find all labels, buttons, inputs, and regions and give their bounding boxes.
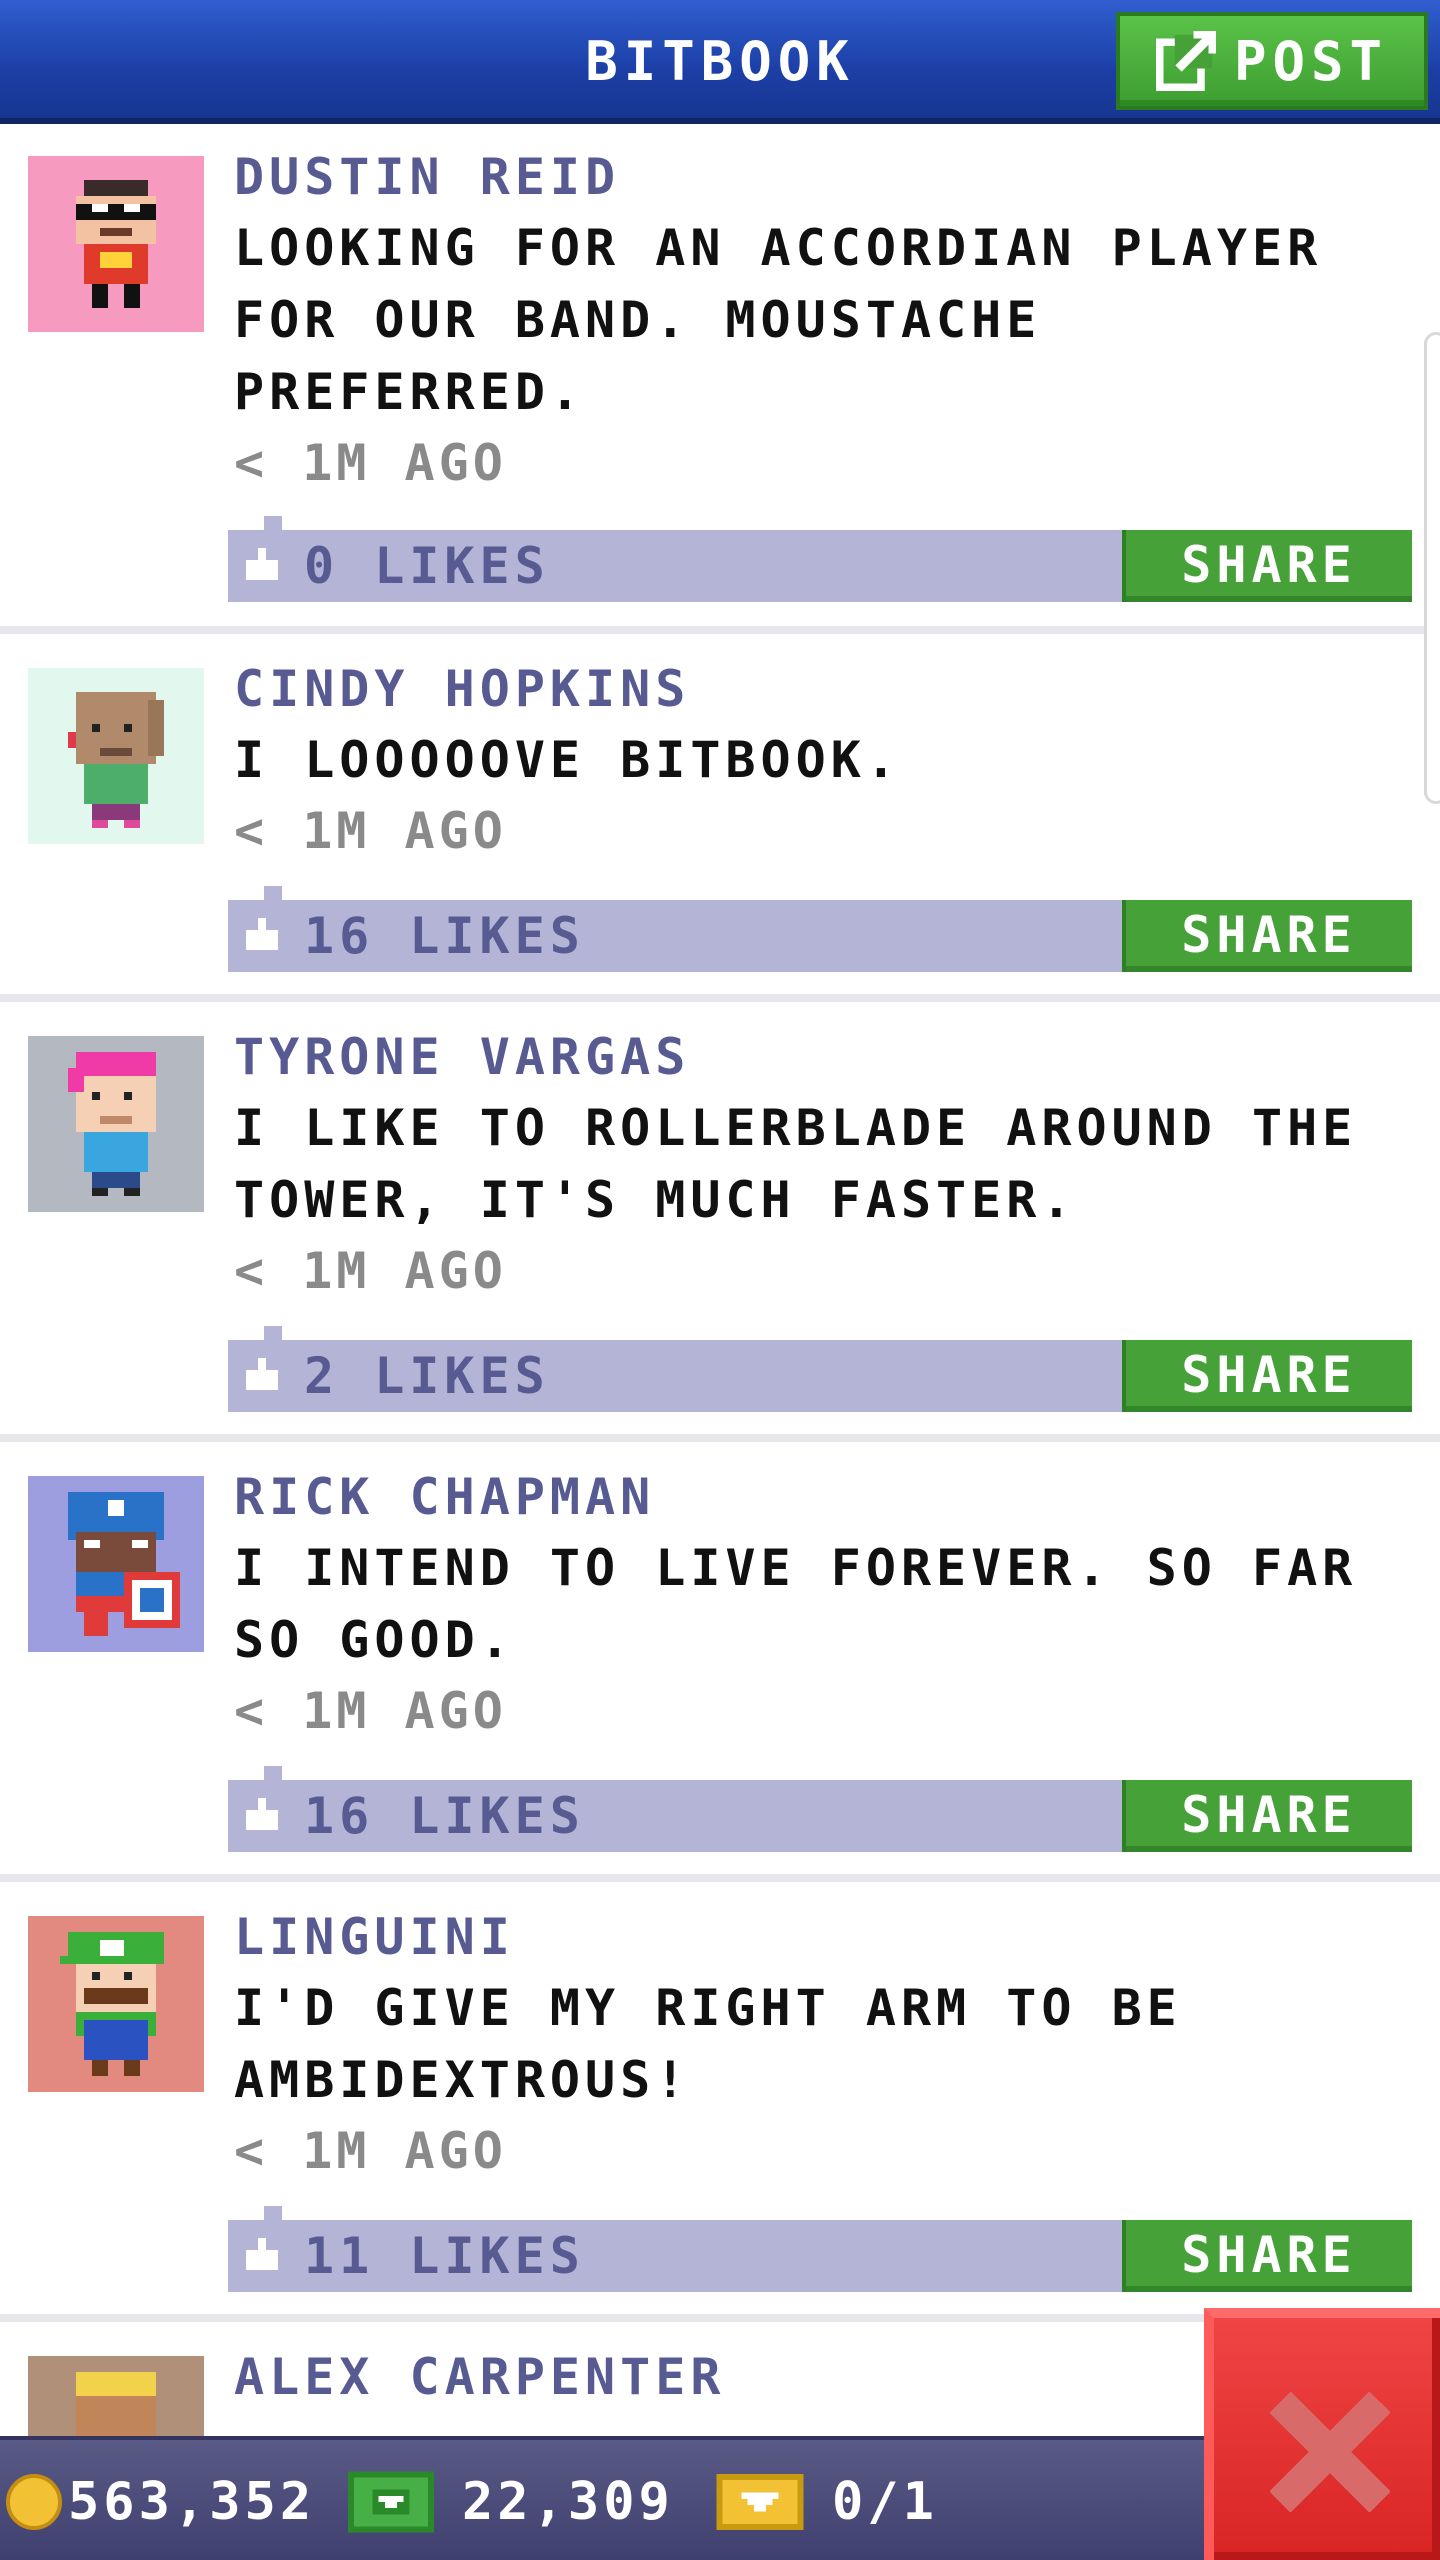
- close-button[interactable]: [1204, 2308, 1440, 2560]
- post-time: < 1M AGO: [234, 434, 507, 492]
- post-label: POST: [1233, 29, 1389, 93]
- vip-stat: 0/1: [716, 2440, 938, 2560]
- post-button[interactable]: POST: [1116, 12, 1428, 110]
- feed-post-cindy-hopkins: CINDY HOPKINS I LOOOOOVE BITBOOK. < 1M A…: [0, 634, 1440, 1002]
- post-message: I'D GIVE MY RIGHT ARM TO BE AMBIDEXTROUS…: [234, 1979, 1182, 2109]
- green-cap-plumber-avatar-icon: [60, 1932, 164, 2076]
- share-button[interactable]: SHARE: [1122, 1340, 1412, 1412]
- post-author[interactable]: LINGUINI: [234, 1904, 515, 1970]
- likes-bar: 16 LIKES SHARE: [228, 1766, 1412, 1852]
- share-button[interactable]: SHARE: [1122, 900, 1412, 972]
- feed-post-tyrone-vargas: TYRONE VARGAS I LIKE TO ROLLERBLADE AROU…: [0, 1002, 1440, 1442]
- compose-icon: [1155, 31, 1216, 91]
- avatar[interactable]: [28, 156, 204, 332]
- share-button[interactable]: SHARE: [1122, 2220, 1412, 2292]
- post-message: LOOKING FOR AN ACCORDIAN PLAYER FOR OUR …: [234, 219, 1323, 421]
- thumbs-up-icon[interactable]: [242, 918, 282, 954]
- post-message: I INTEND TO LIVE FOREVER. SO FAR SO GOOD…: [234, 1539, 1358, 1669]
- shield-hero-avatar-icon: [68, 1492, 180, 1636]
- bux-cash-icon: [348, 2471, 434, 2533]
- close-icon: [1270, 2392, 1390, 2512]
- avatar[interactable]: [28, 668, 204, 844]
- likes-bar: 16 LIKES SHARE: [228, 886, 1412, 972]
- share-button[interactable]: SHARE: [1122, 530, 1412, 602]
- likes-count: 0 LIKES: [304, 537, 550, 595]
- coin-icon: [6, 2474, 62, 2530]
- feed-post-dustin-reid: DUSTIN REID LOOKING FOR AN ACCORDIAN PLA…: [0, 126, 1440, 634]
- pink-hair-person-avatar-icon: [68, 1052, 156, 1196]
- post-time: < 1M AGO: [234, 802, 507, 860]
- post-author[interactable]: TYRONE VARGAS: [234, 1024, 690, 1090]
- avatar[interactable]: [28, 1036, 204, 1212]
- likes-bar: 11 LIKES SHARE: [228, 2206, 1412, 2292]
- likes-count: 16 LIKES: [304, 907, 585, 965]
- likes-bar: 0 LIKES SHARE: [228, 516, 1412, 602]
- bandit-person-avatar-icon: [76, 180, 156, 308]
- thumbs-up-icon[interactable]: [242, 548, 282, 584]
- bald-person-avatar-icon: [68, 692, 164, 828]
- post-time: < 1M AGO: [234, 1682, 507, 1740]
- likes-count: 2 LIKES: [304, 1347, 550, 1405]
- coins-stat: 563,352: [6, 2440, 315, 2560]
- app-header: BITBOOK POST: [0, 0, 1440, 124]
- post-author[interactable]: ALEX CARPENTER: [234, 2344, 725, 2410]
- post-author[interactable]: RICK CHAPMAN: [234, 1464, 655, 1530]
- coins-value: 563,352: [68, 2472, 316, 2532]
- vip-ticket-icon: [716, 2474, 804, 2530]
- likes-count: 16 LIKES: [304, 1787, 585, 1845]
- thumbs-up-icon[interactable]: [242, 2238, 282, 2274]
- likes-count: 11 LIKES: [304, 2227, 585, 2285]
- vip-value: 0/1: [832, 2472, 938, 2532]
- post-time: < 1M AGO: [234, 2122, 507, 2180]
- post-message: I LIKE TO ROLLERBLADE AROUND THE TOWER, …: [234, 1099, 1358, 1229]
- scrollbar[interactable]: [1424, 332, 1440, 804]
- share-button[interactable]: SHARE: [1122, 1780, 1412, 1852]
- avatar[interactable]: [28, 1916, 204, 2092]
- avatar[interactable]: [28, 1476, 204, 1652]
- thumbs-up-icon[interactable]: [242, 1798, 282, 1834]
- feed-post-rick-chapman: RICK CHAPMAN I INTEND TO LIVE FOREVER. S…: [0, 1442, 1440, 1882]
- bux-value: 22,309: [462, 2472, 674, 2532]
- likes-bar: 2 LIKES SHARE: [228, 1326, 1412, 1412]
- post-author[interactable]: DUSTIN REID: [234, 144, 620, 210]
- thumbs-up-icon[interactable]: [242, 1358, 282, 1394]
- post-time: < 1M AGO: [234, 1242, 507, 1300]
- feed-post-linguini: LINGUINI I'D GIVE MY RIGHT ARM TO BE AMB…: [0, 1882, 1440, 2322]
- post-message: I LOOOOOVE BITBOOK.: [234, 731, 901, 789]
- post-author[interactable]: CINDY HOPKINS: [234, 656, 690, 722]
- bux-stat: 22,309: [348, 2440, 674, 2560]
